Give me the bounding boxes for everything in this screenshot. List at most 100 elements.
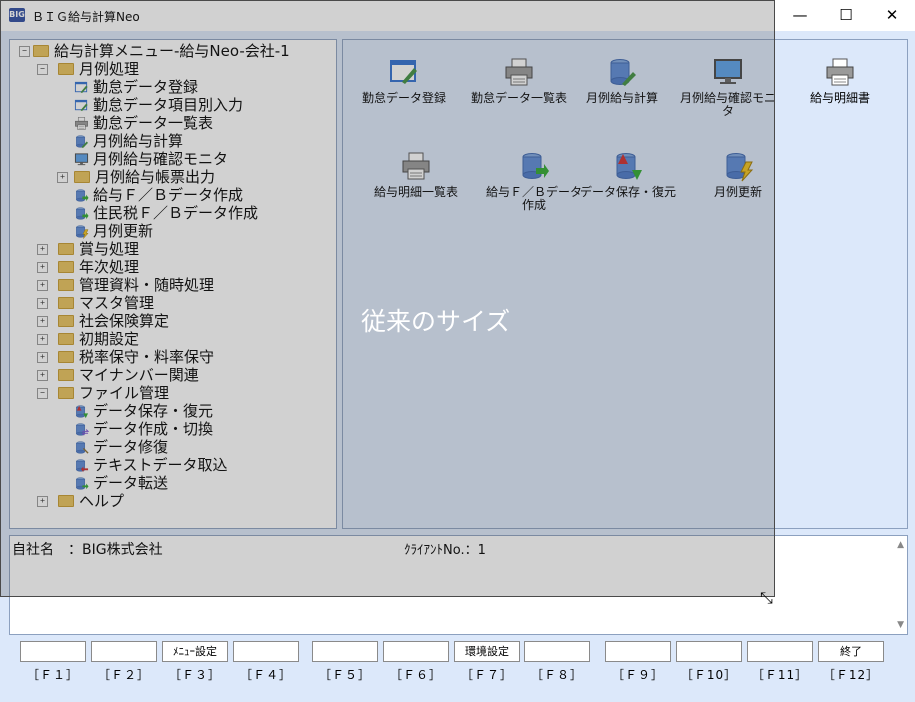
menu-shortcut-label: データ保存・復元 — [580, 185, 677, 199]
menu-shortcut[interactable]: 給与明細書 — [792, 56, 888, 105]
expand-icon[interactable]: + — [37, 370, 48, 381]
tree-item[interactable]: マイナンバー関連 — [58, 366, 199, 384]
folder-icon — [33, 45, 49, 57]
tree-item-label: 給与Ｆ／Ｂデータ作成 — [93, 186, 244, 204]
tree-item[interactable]: 月例給与帳票出力 — [74, 168, 215, 186]
company-name: 自社名 ：BIG株式会社 — [12, 542, 163, 558]
tree-item[interactable]: 住民税Ｆ／Ｂデータ作成 — [74, 204, 258, 222]
menu-shortcut[interactable]: 勤怠データ一覧表 — [471, 56, 567, 105]
function-key-button[interactable] — [605, 641, 671, 662]
close-button[interactable]: ✕ — [869, 0, 915, 31]
overlay-label: 従来のサイズ — [361, 307, 511, 336]
database-export-icon — [74, 206, 89, 221]
expand-icon[interactable]: + — [37, 280, 48, 291]
expand-icon[interactable]: + — [37, 352, 48, 363]
function-key-label: ［Ｆ12］ — [822, 668, 880, 682]
menu-shortcut[interactable]: 給与Ｆ／Ｂデータ作成 — [486, 150, 582, 212]
menu-tree[interactable]: − 給与計算メニュー-給与Neo-会社-1 − 月例処理 勤怠データ登録 勤怠データ項… — [9, 39, 337, 529]
expand-icon[interactable]: + — [57, 172, 68, 183]
function-key-button[interactable]: 終了 — [818, 641, 884, 662]
menu-shortcut[interactable]: 勤怠データ登録 — [356, 56, 452, 105]
printer-icon — [792, 56, 888, 88]
function-key-button[interactable] — [676, 641, 742, 662]
database-import-icon — [74, 458, 89, 473]
expand-icon[interactable]: + — [37, 334, 48, 345]
menu-shortcut[interactable]: 月例給与計算 — [574, 56, 670, 105]
tree-item-label: 月例更新 — [93, 222, 154, 240]
tree-item-label: 初期設定 — [79, 330, 140, 348]
tree-item[interactable]: 税率保守・料率保守 — [58, 348, 214, 366]
tree-item-label: 勤怠データ登録 — [93, 78, 199, 96]
tree-item[interactable]: データ作成・切換 — [74, 420, 213, 438]
resize-handle-icon[interactable]: ⤡ — [760, 588, 773, 608]
expand-icon[interactable]: + — [37, 496, 48, 507]
tree-item[interactable]: テキストデータ取込 — [74, 456, 228, 474]
tree-item-label: マイナンバー関連 — [79, 366, 199, 384]
tree-item[interactable]: 月例給与計算 — [74, 132, 183, 150]
tree-item[interactable]: 賞与処理 — [58, 240, 139, 258]
tree-item-label: 勤怠データ一覧表 — [93, 114, 214, 132]
menu-shortcut-label: 勤怠データ一覧表 — [471, 91, 568, 105]
tree-item[interactable]: 年次処理 — [58, 258, 139, 276]
tree-item[interactable]: 月例更新 — [74, 222, 153, 240]
tree-item[interactable]: マスタ管理 — [58, 294, 154, 312]
expand-icon[interactable]: + — [37, 316, 48, 327]
function-key-button[interactable] — [312, 641, 378, 662]
expand-icon[interactable]: + — [37, 262, 48, 273]
tree-item-label: 社会保険算定 — [79, 312, 170, 330]
function-key-button[interactable] — [20, 641, 86, 662]
tree-item[interactable]: データ修復 — [74, 438, 168, 456]
tree-item[interactable]: 勤怠データ項目別入力 — [74, 96, 243, 114]
function-key-label: ［Ｆ９］ — [611, 668, 664, 682]
function-key-button[interactable] — [747, 641, 813, 662]
tree-item[interactable]: データ保存・復元 — [74, 402, 213, 420]
tree-root-label: 給与計算メニュー-給与Neo-会社-1 — [54, 42, 290, 60]
database-updown-icon — [74, 404, 89, 419]
tree-item[interactable]: 勤怠データ一覧表 — [74, 114, 213, 132]
expand-icon[interactable]: + — [37, 298, 48, 309]
monitor-icon — [74, 152, 89, 167]
collapse-icon[interactable]: − — [19, 46, 30, 57]
function-key-button[interactable]: ﾒﾆｭｰ設定 — [162, 641, 228, 662]
tree-item[interactable]: ファイル管理 — [58, 384, 169, 402]
tree-item-label: ヘルプ — [79, 492, 125, 510]
tree-item[interactable]: ヘルプ — [58, 492, 124, 510]
maximize-button[interactable]: ☐ — [823, 0, 869, 31]
tree-item[interactable]: 社会保険算定 — [58, 312, 169, 330]
folder-icon — [58, 63, 74, 75]
minimize-button[interactable]: — — [777, 0, 823, 31]
tree-item-label: 月例処理 — [79, 60, 140, 78]
tree-item[interactable]: 勤怠データ登録 — [74, 78, 198, 96]
menu-shortcut[interactable]: 月例給与確認モニタ — [680, 56, 776, 118]
folder-icon — [58, 279, 74, 291]
scroll-up-icon[interactable]: ▲ — [897, 540, 904, 550]
menu-shortcut[interactable]: 月例更新 — [690, 150, 786, 199]
tree-item[interactable]: 月例給与確認モニタ — [74, 150, 228, 168]
function-key-button[interactable] — [524, 641, 590, 662]
menu-shortcut-label: 月例更新 — [713, 185, 762, 199]
printer-icon — [471, 56, 567, 88]
expand-icon[interactable]: + — [37, 244, 48, 255]
folder-icon — [58, 351, 74, 363]
tree-root[interactable]: 給与計算メニュー-給与Neo-会社-1 — [33, 42, 290, 60]
database-export-icon — [74, 188, 89, 203]
tree-item[interactable]: 初期設定 — [58, 330, 139, 348]
tree-item-label: 管理資料・随時処理 — [79, 276, 215, 294]
scroll-down-icon[interactable]: ▼ — [897, 620, 904, 630]
title-bar: BIG ＢＩＧ給与計算Neo — ☐ ✕ — [0, 0, 915, 31]
form-pencil-icon — [74, 98, 89, 113]
collapse-icon[interactable]: − — [37, 64, 48, 75]
function-key-button[interactable] — [91, 641, 157, 662]
tree-item[interactable]: 月例処理 — [58, 60, 139, 78]
tree-item[interactable]: 給与Ｆ／Ｂデータ作成 — [74, 186, 243, 204]
function-key-button[interactable] — [383, 641, 449, 662]
tree-item[interactable]: 管理資料・随時処理 — [58, 276, 214, 294]
menu-shortcut[interactable]: データ保存・復元 — [580, 150, 676, 199]
function-key-button[interactable]: 環境設定 — [454, 641, 520, 662]
folder-icon — [58, 243, 74, 255]
form-pencil-icon — [356, 56, 452, 88]
tree-item[interactable]: データ転送 — [74, 474, 168, 492]
collapse-icon[interactable]: − — [37, 388, 48, 399]
function-key-button[interactable] — [233, 641, 299, 662]
menu-shortcut[interactable]: 給与明細一覧表 — [368, 150, 464, 199]
